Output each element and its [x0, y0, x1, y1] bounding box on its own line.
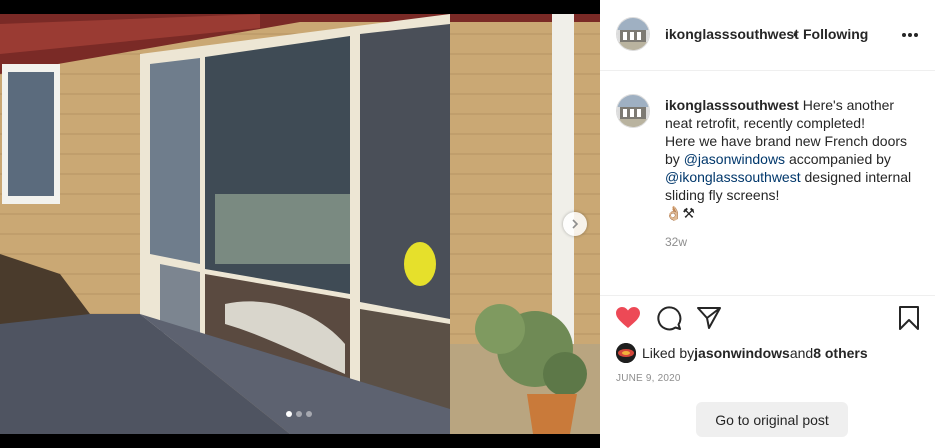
likes-summary: Liked by jasonwindows and 8 others — [616, 341, 868, 365]
caption-avatar[interactable] — [616, 94, 650, 128]
mention-ikonglasssouthwest[interactable]: @ikonglasssouthwest — [665, 169, 801, 185]
post-side-panel: ikonglasssouthwest • Following ikonglass… — [600, 0, 935, 448]
post-header: ikonglasssouthwest • Following — [600, 0, 935, 71]
carousel-next-button[interactable] — [563, 212, 587, 236]
more-options-icon — [902, 33, 918, 37]
photo-scene — [0, 14, 600, 434]
heart-filled-icon — [616, 307, 640, 328]
share-paper-plane-icon — [697, 307, 721, 329]
caption-text: ikonglasssouthwest Here's another neat r… — [665, 96, 920, 222]
caption-line-3: accompanied by — [785, 151, 891, 167]
avatar[interactable] — [616, 17, 650, 51]
mention-jasonwindows[interactable]: @jasonwindows — [684, 151, 785, 167]
post-photo — [0, 14, 600, 434]
likes-prefix: Liked by — [642, 345, 695, 361]
more-options-button[interactable] — [898, 27, 922, 43]
profile-picture — [617, 18, 649, 50]
post-date: JUNE 9, 2020 — [616, 373, 681, 384]
comment-button[interactable] — [655, 304, 683, 332]
post-image-area — [0, 0, 600, 448]
liker-avatar[interactable] — [616, 343, 636, 363]
save-button[interactable] — [895, 304, 923, 332]
liker-profile-picture — [616, 343, 636, 363]
likes-others-link[interactable]: 8 others — [813, 345, 867, 361]
caption-emojis: 👌🏼⚒ — [665, 205, 695, 221]
likes-and: and — [789, 345, 814, 361]
post-actions-bar — [600, 296, 935, 341]
comment-icon — [657, 306, 682, 331]
share-button[interactable] — [695, 304, 723, 332]
chevron-right-icon — [572, 219, 579, 229]
carousel-dot-2 — [296, 411, 302, 417]
go-to-original-post-button[interactable]: Go to original post — [696, 402, 848, 437]
liker-username-link[interactable]: jasonwindows — [694, 345, 790, 361]
following-button[interactable]: Following — [803, 26, 868, 42]
carousel-dot-1 — [286, 411, 292, 417]
carousel-indicator — [286, 411, 312, 417]
caption-username[interactable]: ikonglasssouthwest — [665, 97, 799, 113]
profile-picture — [617, 95, 649, 127]
like-button[interactable] — [614, 304, 642, 332]
header-separator: • — [793, 26, 798, 42]
caption-time-ago: 32w — [665, 235, 688, 249]
username-link[interactable]: ikonglasssouthwest — [665, 26, 799, 42]
carousel-dot-3 — [306, 411, 312, 417]
bookmark-icon — [899, 306, 919, 330]
post-caption-section: ikonglasssouthwest Here's another neat r… — [600, 70, 935, 296]
